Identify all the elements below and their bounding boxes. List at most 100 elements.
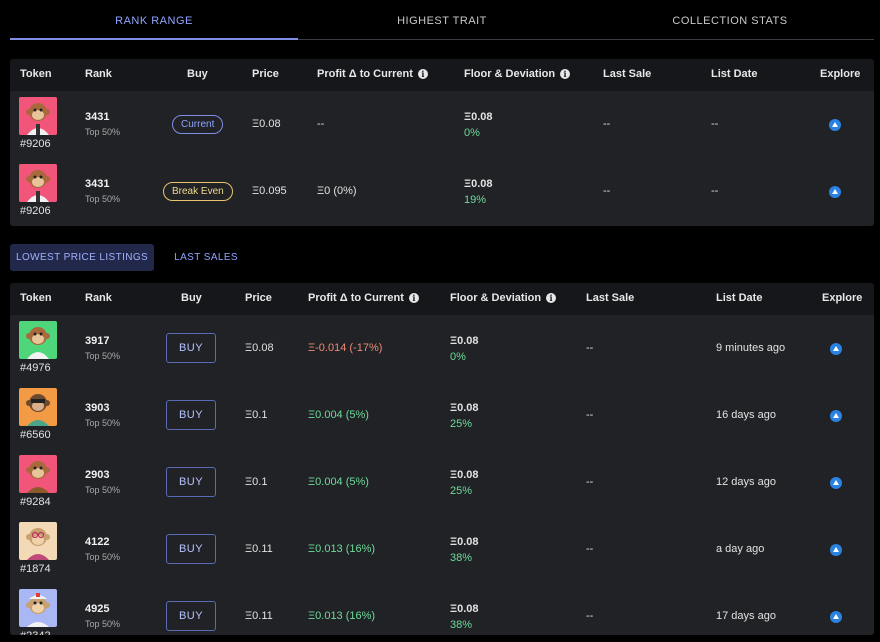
deviation-value: 19%: [464, 194, 487, 206]
price-cell: Ξ0.095: [252, 185, 287, 197]
deviation-value: 38%: [450, 552, 473, 564]
table-row: #2342 4925 Top 50% BUY Ξ0.11 Ξ0.013 (16%…: [10, 583, 874, 635]
deviation-value: 25%: [450, 418, 473, 430]
info-icon[interactable]: i: [417, 69, 428, 79]
list-date-cell: 16 days ago: [716, 409, 776, 421]
last-sale-cell: --: [586, 543, 594, 555]
token-id[interactable]: #4976: [20, 362, 51, 374]
ape-avatar[interactable]: [19, 455, 57, 493]
rank-percentile: Top 50%: [85, 194, 121, 204]
rank-value: 3903: [85, 402, 110, 414]
opensea-icon[interactable]: [830, 544, 842, 556]
rank-cell: 3431 Top 50%: [85, 178, 120, 204]
ape-avatar[interactable]: [19, 522, 57, 560]
floor-value: Ξ0.08: [450, 335, 479, 347]
list-date-cell: --: [711, 118, 719, 130]
ape-avatar[interactable]: [19, 97, 57, 135]
rank-range-table: Token Rank Buy Price Profit Δ to Current…: [10, 59, 874, 226]
list-date-cell: a day ago: [716, 543, 765, 555]
profit-cell: Ξ0.013 (16%): [308, 543, 376, 555]
token-id[interactable]: #9206: [20, 138, 51, 150]
top-tabs: RANK RANGE HIGHEST TRAIT COLLECTION STAT…: [10, 0, 874, 40]
tab-last-sales[interactable]: LAST SALES: [168, 244, 244, 271]
header-profit-label: Profit Δ to Current: [317, 68, 413, 80]
deviation-value: 0%: [464, 127, 480, 139]
floor-cell: Ξ0.08 25%: [450, 402, 479, 430]
table-row: #6560 3903 Top 50% BUY Ξ0.1 Ξ0.004 (5%) …: [10, 382, 874, 449]
rank-cell: 4122 Top 50%: [85, 536, 120, 562]
listing-subtabs: LOWEST PRICE LISTINGS LAST SALES: [10, 244, 258, 271]
opensea-icon[interactable]: [830, 611, 842, 623]
price-cell: Ξ0.08: [252, 118, 281, 130]
rank-percentile: Top 50%: [85, 351, 121, 361]
price-cell: Ξ0.08: [245, 342, 274, 354]
deviation-value: 38%: [450, 619, 473, 631]
last-sale-cell: --: [586, 476, 594, 488]
info-icon[interactable]: i: [408, 293, 419, 303]
buy-button[interactable]: BUY: [166, 333, 216, 363]
rank-value: 2903: [85, 469, 110, 481]
header-token: Token: [20, 292, 52, 304]
token-id[interactable]: #9206: [20, 205, 51, 217]
tab-lowest-price-listings[interactable]: LOWEST PRICE LISTINGS: [10, 244, 155, 271]
opensea-icon[interactable]: [830, 477, 842, 489]
token-id[interactable]: #2342: [20, 630, 51, 635]
opensea-icon[interactable]: [829, 119, 841, 131]
header-profit: Profit Δ to Current i: [317, 68, 428, 80]
last-sale-cell: --: [603, 185, 611, 197]
list-date-cell: --: [711, 185, 719, 197]
ape-avatar[interactable]: [19, 388, 57, 426]
ape-avatar[interactable]: [19, 589, 57, 627]
tab-rank-range[interactable]: RANK RANGE: [10, 0, 298, 40]
price-cell: Ξ0.1: [245, 409, 268, 421]
rank-cell: 3903 Top 50%: [85, 402, 120, 428]
token-id[interactable]: #9284: [20, 496, 51, 508]
table-header: Token Rank Buy Price Profit Δ to Current…: [10, 283, 874, 315]
deviation-value: 0%: [450, 351, 466, 363]
header-floor-label: Floor & Deviation: [464, 68, 556, 80]
rank-percentile: Top 50%: [85, 127, 121, 137]
table-row: #9284 2903 Top 50% BUY Ξ0.1 Ξ0.004 (5%) …: [10, 449, 874, 516]
floor-value: Ξ0.08: [450, 603, 479, 615]
table-row: #9206 3431 Top 50% Current Ξ0.08 -- Ξ0.0…: [10, 91, 874, 158]
rank-percentile: Top 50%: [85, 619, 121, 629]
floor-value: Ξ0.08: [450, 536, 479, 548]
rank-value: 4925: [85, 603, 110, 615]
header-floor: Floor & Deviation i: [450, 292, 557, 304]
profit-cell: --: [317, 118, 325, 130]
header-list-date: List Date: [716, 292, 763, 304]
info-icon[interactable]: i: [560, 69, 571, 79]
buy-button[interactable]: BUY: [166, 400, 216, 430]
table-row: #1874 4122 Top 50% BUY Ξ0.11 Ξ0.013 (16%…: [10, 516, 874, 583]
list-date-cell: 9 minutes ago: [716, 342, 786, 354]
token-id[interactable]: #6560: [20, 429, 51, 441]
list-date-cell: 17 days ago: [716, 610, 776, 622]
tab-collection-stats[interactable]: COLLECTION STATS: [586, 0, 874, 39]
buy-button[interactable]: BUY: [166, 601, 216, 631]
token-id[interactable]: #1874: [20, 563, 51, 575]
header-list-date: List Date: [711, 68, 758, 80]
floor-cell: Ξ0.08 25%: [450, 469, 479, 497]
last-sale-cell: --: [586, 610, 594, 622]
profit-cell: Ξ0.004 (5%): [308, 476, 369, 488]
buy-button[interactable]: BUY: [166, 534, 216, 564]
profit-cell: Ξ0 (0%): [317, 185, 357, 197]
buy-button[interactable]: BUY: [166, 467, 216, 497]
floor-cell: Ξ0.08 19%: [464, 178, 493, 206]
header-rank: Rank: [85, 292, 112, 304]
rank-percentile: Top 50%: [85, 485, 121, 495]
floor-cell: Ξ0.08 0%: [450, 335, 479, 363]
rank-value: 4122: [85, 536, 110, 548]
info-icon[interactable]: i: [546, 293, 557, 303]
last-sale-cell: --: [603, 118, 611, 130]
floor-cell: Ξ0.08 38%: [450, 536, 479, 564]
opensea-icon[interactable]: [830, 410, 842, 422]
opensea-icon[interactable]: [829, 186, 841, 198]
header-token: Token: [20, 68, 52, 80]
header-profit: Profit Δ to Current i: [308, 292, 419, 304]
ape-avatar[interactable]: [19, 321, 57, 359]
tab-highest-trait[interactable]: HIGHEST TRAIT: [298, 0, 586, 39]
opensea-icon[interactable]: [830, 343, 842, 355]
ape-avatar[interactable]: [19, 164, 57, 202]
list-date-cell: 12 days ago: [716, 476, 776, 488]
